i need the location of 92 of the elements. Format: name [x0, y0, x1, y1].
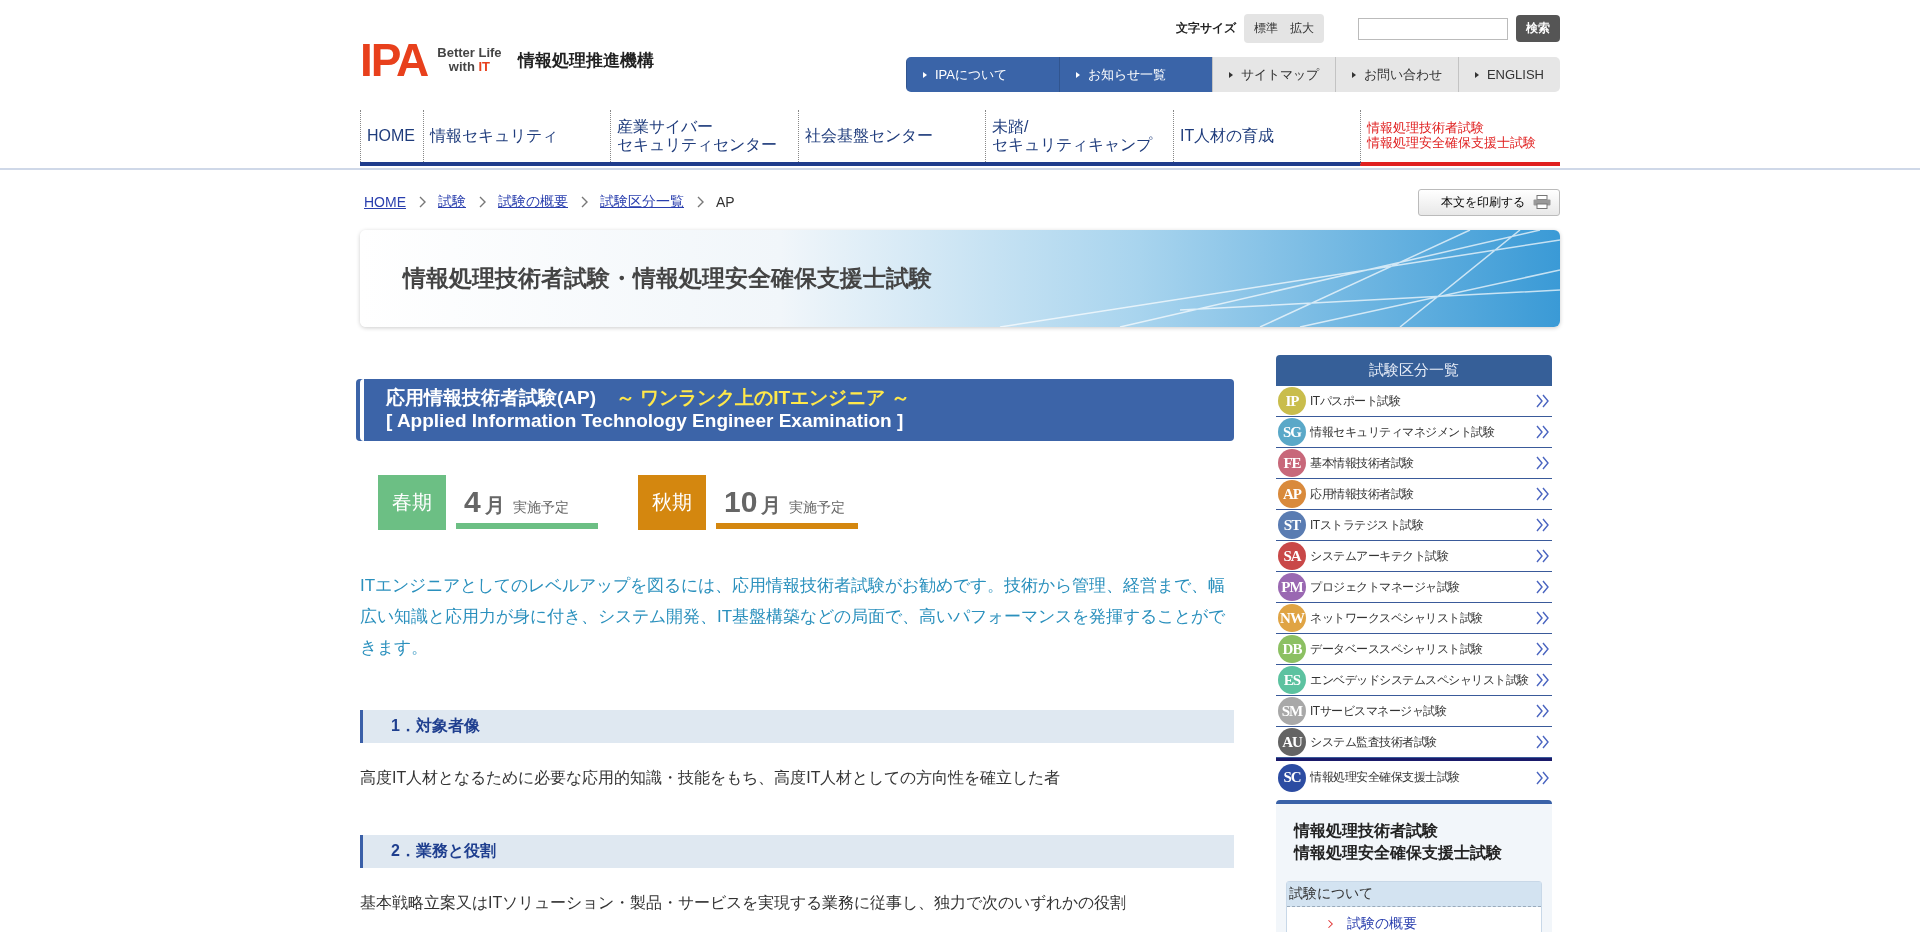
- font-size-label: 文字サイズ: [1176, 20, 1236, 37]
- double-chevron-icon: [1536, 518, 1550, 532]
- double-chevron-icon: [1536, 770, 1550, 785]
- exam-list-item[interactable]: IP ITパスポート試験: [1276, 386, 1552, 417]
- breadcrumb-link[interactable]: 試験: [438, 193, 466, 211]
- exam-badge: NW: [1278, 604, 1306, 632]
- double-chevron-icon: [1536, 549, 1550, 563]
- chevron-icon: [1327, 919, 1333, 930]
- chevron-icon: [696, 196, 704, 208]
- exam-badge: ES: [1278, 666, 1306, 694]
- utility-nav-link[interactable]: お知らせ一覧: [1058, 57, 1212, 92]
- double-chevron-icon: [1536, 456, 1550, 470]
- utility-nav-link[interactable]: お問い合わせ: [1334, 57, 1458, 92]
- breadcrumb-current: AP: [716, 194, 735, 210]
- season-label: 秋期: [638, 474, 706, 530]
- exam-name: 応用情報技術者試験(AP): [386, 387, 597, 408]
- triangle-icon: [1228, 71, 1233, 78]
- breadcrumb-link[interactable]: HOME: [364, 194, 406, 210]
- exam-list-item[interactable]: SM ITサービスマネージャ試験: [1276, 696, 1552, 727]
- double-chevron-icon: [1536, 611, 1550, 625]
- section-text: 基本戦略立案又はITソリューション・製品・サービスを実現する業務に従事し、独力で次のいずれかの役割: [360, 893, 1128, 914]
- exam-badge: SG: [1278, 418, 1306, 446]
- print-button[interactable]: 本文を印刷する: [1418, 188, 1560, 216]
- exam-list-item[interactable]: SA システムアーキテクト試験: [1276, 541, 1552, 572]
- exam-menu-link[interactable]: 試験の概要: [1347, 915, 1417, 932]
- exam-list-item[interactable]: SG 情報セキュリティマネジメント試験: [1276, 417, 1552, 448]
- utility-nav-link[interactable]: IPAについて: [905, 57, 1059, 92]
- exam-badge: SM: [1278, 697, 1306, 725]
- chevron-icon: [580, 196, 588, 208]
- breadcrumb-link[interactable]: 試験区分一覧: [600, 193, 684, 211]
- exam-badge: FE: [1278, 449, 1306, 477]
- utility-nav-link[interactable]: サイトマップ: [1211, 57, 1335, 92]
- double-chevron-icon: [1536, 735, 1550, 749]
- double-chevron-icon: [1536, 704, 1550, 718]
- main-nav-tab[interactable]: HOME: [360, 110, 423, 162]
- double-chevron-icon: [1536, 487, 1550, 501]
- banner-title: 情報処理技術者試験・情報処理安全確保支援士試験: [403, 264, 932, 293]
- double-chevron-icon: [1536, 394, 1550, 408]
- main-nav-tab[interactable]: IT人材の育成: [1173, 110, 1360, 162]
- exam-badge: SA: [1278, 542, 1306, 570]
- triangle-icon: [922, 71, 927, 78]
- font-size-option[interactable]: 拡大: [1284, 14, 1320, 43]
- utility-nav-link[interactable]: ENGLISH: [1457, 57, 1560, 92]
- exam-list-item[interactable]: ES エンベデッドシステムスペシャリスト試験: [1276, 665, 1552, 696]
- section-heading: 2．業務と役割: [360, 835, 1234, 869]
- search-button[interactable]: 検索: [1516, 15, 1560, 42]
- exam-badge: PM: [1278, 573, 1306, 601]
- triangle-icon: [1075, 71, 1080, 78]
- exam-list-item[interactable]: PM プロジェクトマネージャ試験: [1276, 572, 1552, 603]
- exam-list-item[interactable]: ST ITストラテジスト試験: [1276, 510, 1552, 541]
- exam-badge: SC: [1278, 763, 1306, 792]
- exam-english-name: [ Applied Information Technology Engineer Examination ]: [386, 409, 905, 433]
- double-chevron-icon: [1536, 425, 1550, 439]
- organization-name: 情報処理推進機構: [517, 49, 654, 72]
- section-heading: 1．対象者像: [360, 709, 1234, 743]
- double-chevron-icon: [1536, 580, 1550, 594]
- main-nav-tab[interactable]: 情報セキュリティ: [423, 110, 610, 162]
- section-header: 試験について: [1287, 882, 1541, 908]
- chevron-icon: [418, 196, 426, 208]
- chevron-icon: [478, 196, 486, 208]
- double-chevron-icon: [1536, 642, 1550, 656]
- main-nav-tab[interactable]: 社会基盤センター: [798, 110, 985, 162]
- exam-list-item[interactable]: NW ネットワークスペシャリスト試験: [1276, 603, 1552, 634]
- breadcrumb-link[interactable]: 試験の概要: [498, 193, 568, 211]
- main-nav-tab[interactable]: 未踏/ セキュリティキャンプ: [985, 110, 1173, 162]
- sidebar-title: 試験区分一覧: [1276, 355, 1552, 386]
- triangle-icon: [1474, 71, 1479, 78]
- logo-tagline: Better Life with IT: [437, 45, 502, 75]
- exam-badge: IP: [1278, 387, 1306, 415]
- exam-menu-title: 情報処理技術者試験 情報処理安全確保支援士試験: [1292, 821, 1503, 863]
- section-text: 高度IT人材となるために必要な応用的知識・技能をもち、高度IT人材としての方向性を確立した者: [360, 767, 1062, 788]
- double-chevron-icon: [1536, 673, 1550, 687]
- logo-mark[interactable]: IPA: [360, 37, 428, 83]
- triangle-icon: [1351, 71, 1356, 78]
- main-nav-tab[interactable]: 産業サイバー セキュリティセンター: [610, 110, 798, 162]
- exam-list-item[interactable]: FE 基本情報技術者試験: [1276, 448, 1552, 479]
- printer-icon: [1533, 195, 1551, 209]
- exam-badge: AU: [1278, 728, 1306, 756]
- exam-month: 4月 実施予定: [456, 478, 598, 529]
- exam-month: 10月 実施予定: [716, 478, 858, 529]
- font-size-option[interactable]: 標準: [1248, 14, 1284, 43]
- exam-list-item[interactable]: AP 応用情報技術者試験: [1276, 479, 1552, 510]
- season-label: 春期: [378, 474, 446, 530]
- exam-list-item[interactable]: AU システム監査技術者試験: [1276, 727, 1552, 758]
- search-field[interactable]: [1358, 17, 1508, 40]
- intro-paragraph: ITエンジニアとしてのレベルアップを図るには、応用情報技術者試験がお勧めです。技術から管理、経営まで、幅広い知識と応用力が身に付き、システム開発、IT基盤構築などの局面で、高いパフォーマンスを発揮することができます。: [360, 574, 1227, 660]
- exam-badge: ST: [1278, 511, 1306, 539]
- exam-badge: AP: [1278, 480, 1306, 508]
- exam-tagline: ～ ワンランク上のITエンジニア ～: [616, 387, 910, 408]
- exam-list-item[interactable]: DB データベーススペシャリスト試験: [1276, 634, 1552, 665]
- exam-badge: DB: [1278, 635, 1306, 663]
- main-nav-tab[interactable]: 情報処理技術者試験 情報処理安全確保支援士試験: [1360, 110, 1560, 166]
